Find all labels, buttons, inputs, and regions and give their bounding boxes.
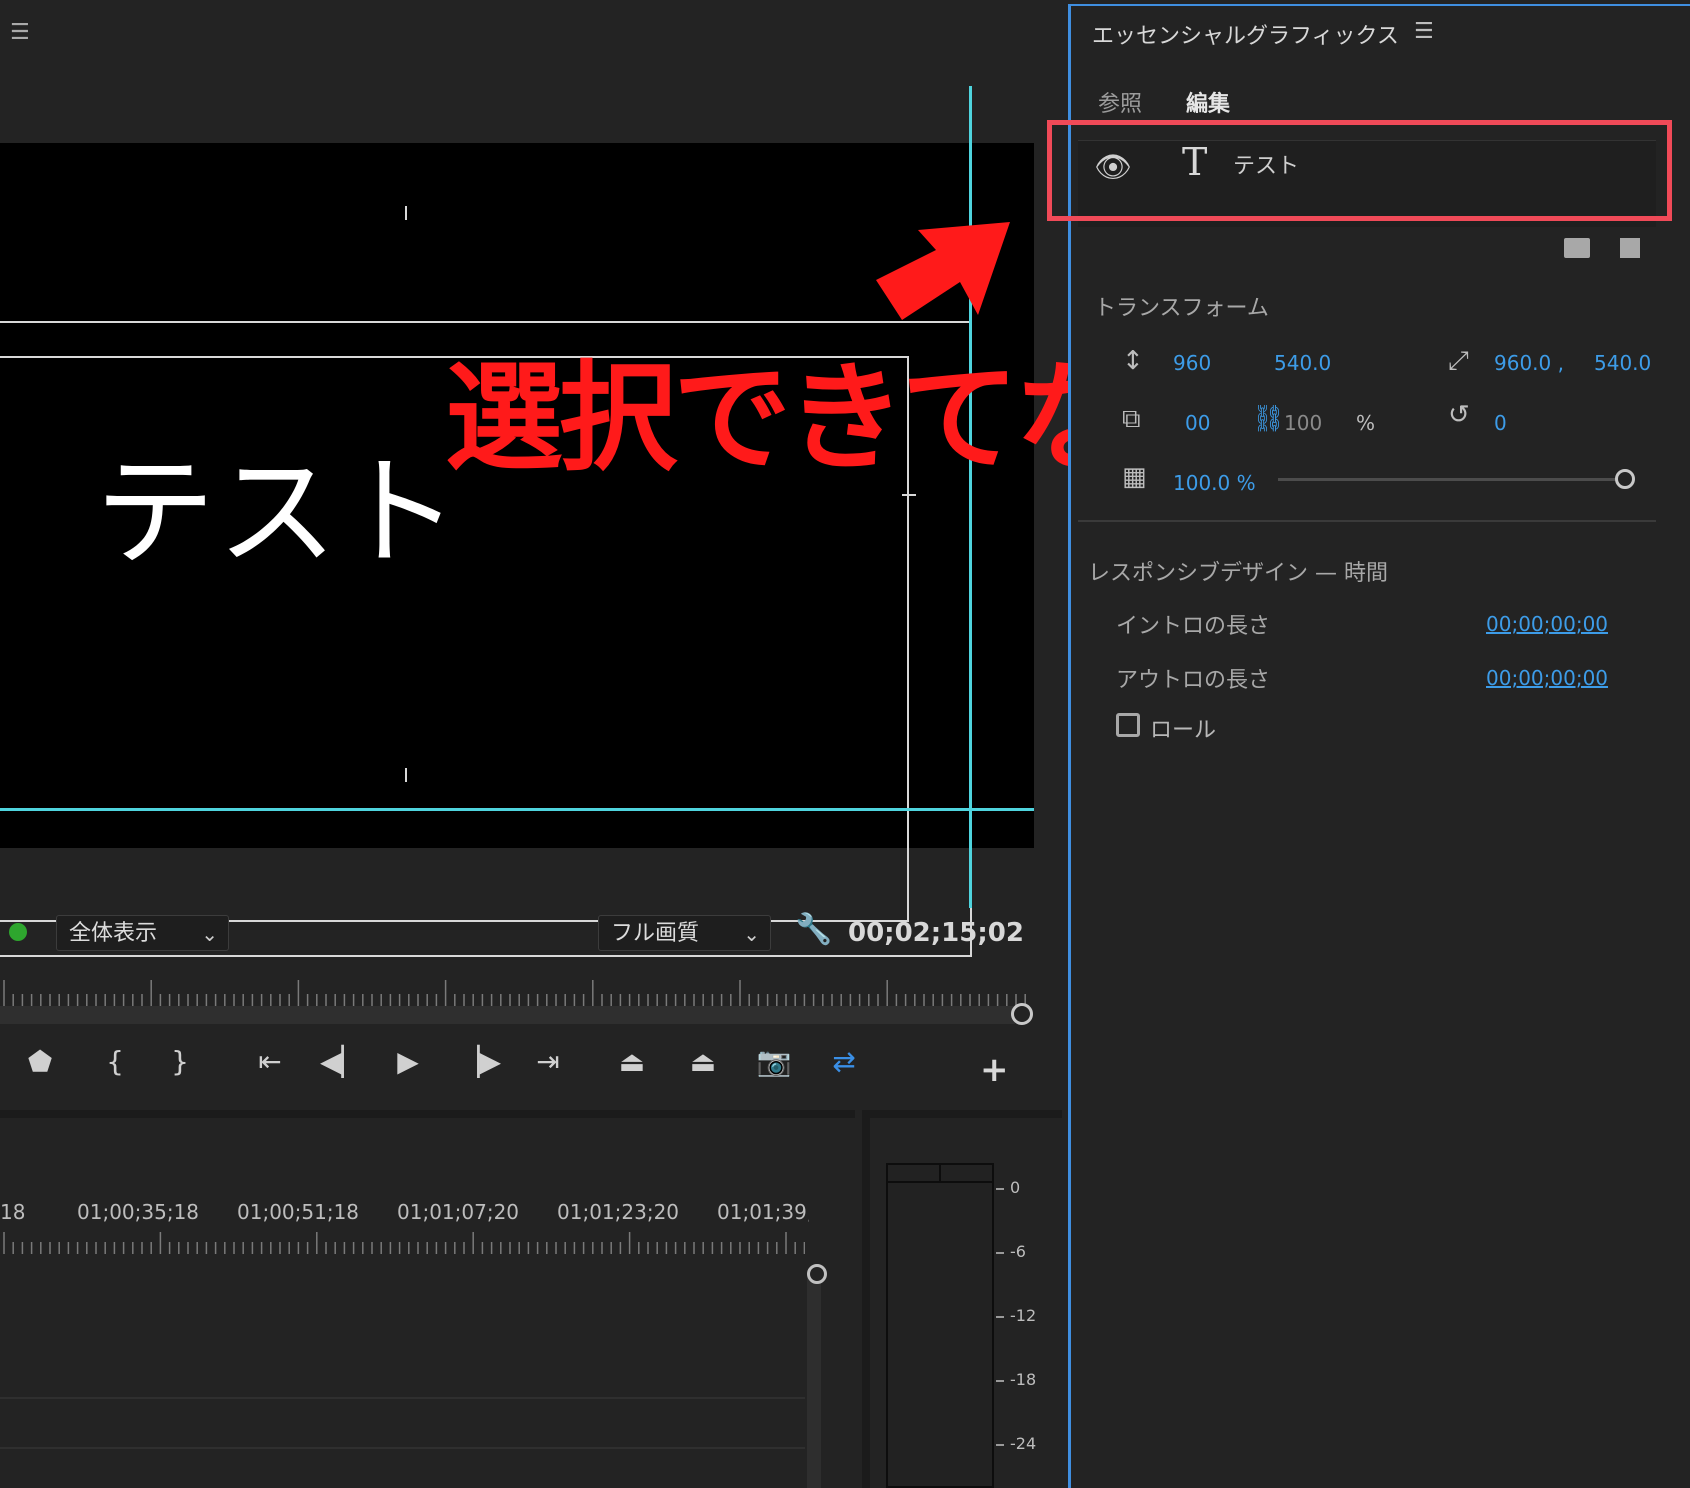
opacity-icon: ▦ [1122, 462, 1147, 492]
timeline-ruler[interactable] [0, 1230, 805, 1254]
handle-right[interactable] [902, 494, 916, 496]
panel-menu-icon[interactable]: ☰ [10, 20, 30, 45]
anchor-y-value[interactable]: 540.0 [1594, 351, 1651, 375]
db-tick [996, 1444, 1004, 1446]
zoom-select-value: 全体表示 [69, 921, 158, 946]
handle-top[interactable] [405, 206, 407, 220]
rotation-icon: ↺ [1448, 400, 1470, 430]
roll-label: ロール [1150, 718, 1217, 743]
timeline-time-label: 01;01;23;20 [557, 1200, 680, 1224]
timeline-time-label: 01;01;07;20 [397, 1200, 520, 1224]
track-divider [0, 1447, 805, 1449]
mark-out-icon[interactable]: } [160, 1045, 200, 1078]
panel-title: エッセンシャルグラフィックス [1092, 24, 1399, 49]
link-icon[interactable]: ⛓ [1252, 404, 1285, 434]
timeline-scrollbar[interactable] [807, 1270, 821, 1488]
comparison-view-icon[interactable]: ⇄ [824, 1045, 864, 1078]
rotation-value[interactable]: 0 [1494, 411, 1507, 435]
monitor-time-ruler[interactable] [0, 978, 1030, 1006]
db-tick [996, 1252, 1004, 1254]
scale-value[interactable]: 00 [1185, 411, 1210, 435]
responsive-design-label: レスポンシブデザイン — 時間 [1088, 561, 1388, 586]
scrub-end-handle[interactable] [1011, 1003, 1033, 1025]
timeline-time-label: 01;00;35;18 [77, 1200, 200, 1224]
timeline-time-label: 01;01;39;2 [717, 1200, 809, 1224]
transform-section-label: トランスフォーム [1094, 296, 1269, 321]
timeline-time-label: 18 [0, 1200, 26, 1224]
intro-duration-label: イントロの長さ [1116, 614, 1271, 639]
video-title-text[interactable]: テスト [95, 415, 461, 589]
chevron-down-icon: ⌄ [201, 922, 218, 946]
position-x-value[interactable]: 960 [1173, 351, 1211, 375]
position-icon: ↕ [1122, 346, 1144, 376]
intro-duration-value[interactable]: 00;00;00;00 [1486, 612, 1608, 636]
outro-duration-value[interactable]: 00;00;00;00 [1486, 666, 1608, 690]
step-forward-icon[interactable]: ▕▶ [458, 1045, 501, 1078]
position-y-value[interactable]: 540.0 [1274, 351, 1331, 375]
step-back-icon[interactable]: ◀︎▏ [320, 1045, 363, 1078]
scale-height-value: 100 [1284, 411, 1323, 435]
annotation-arrow [876, 222, 1010, 320]
panel-menu-icon[interactable]: ☰ [1414, 19, 1434, 44]
annotation-highlight-box [1047, 120, 1672, 221]
anchor-point-icon: ⤢ [1448, 346, 1469, 376]
wrench-icon[interactable]: 🔧 [795, 912, 832, 947]
roll-checkbox[interactable] [1116, 713, 1140, 737]
alignment-guide-horizontal [0, 808, 1034, 811]
db-label: -18 [1010, 1370, 1037, 1389]
lift-icon[interactable]: ⏏ [612, 1045, 652, 1078]
outro-duration-label: アウトロの長さ [1116, 668, 1271, 693]
chevron-down-icon: ⌄ [743, 922, 760, 946]
extract-icon[interactable]: ⏏ [683, 1045, 723, 1078]
camera-icon[interactable]: 📷 [754, 1045, 794, 1078]
scale-unit: % [1356, 411, 1376, 435]
opacity-value[interactable]: 100.0 % [1173, 471, 1256, 495]
timeline-time-label: 01;00;51;18 [237, 1200, 360, 1224]
go-to-out-icon[interactable]: ⇥ [528, 1045, 568, 1078]
play-icon[interactable]: ▶ [388, 1045, 428, 1078]
db-tick [996, 1380, 1004, 1382]
handle-bottom[interactable] [405, 768, 407, 782]
add-marker-icon[interactable]: ⬟ [20, 1045, 60, 1078]
tab-edit[interactable]: 編集 [1186, 86, 1230, 118]
playhead-timecode[interactable]: 00;02;15;02 [848, 918, 1024, 948]
audio-meter-channel-divider [939, 1163, 941, 1183]
opacity-slider-handle[interactable] [1615, 469, 1635, 489]
go-to-in-icon[interactable]: ⇤ [250, 1045, 290, 1078]
quality-select[interactable]: フル画質 ⌄ [598, 915, 771, 951]
db-tick [996, 1316, 1004, 1318]
new-layer-icon[interactable] [1620, 238, 1640, 258]
tab-browse[interactable]: 参照 [1098, 86, 1142, 118]
status-indicator [9, 923, 27, 941]
zoom-select[interactable]: 全体表示 ⌄ [56, 915, 229, 951]
opacity-slider[interactable] [1278, 478, 1618, 481]
section-divider [1078, 520, 1656, 522]
quality-select-value: フル画質 [611, 921, 700, 946]
db-label: -12 [1010, 1306, 1037, 1325]
scale-icon: ⧉ [1122, 404, 1141, 434]
mark-in-icon[interactable]: { [95, 1045, 135, 1078]
timeline-panel [0, 1110, 855, 1488]
audio-meter [886, 1163, 994, 1488]
anchor-x-value[interactable]: 960.0 , [1494, 351, 1564, 375]
db-label: -6 [1010, 1242, 1026, 1261]
db-tick [996, 1188, 1004, 1190]
timeline-zoom-handle[interactable] [807, 1264, 827, 1284]
add-button-icon[interactable]: + [980, 1050, 1009, 1090]
db-label: 0 [1010, 1178, 1021, 1197]
db-label: -24 [1010, 1434, 1037, 1453]
folder-icon[interactable] [1564, 238, 1590, 258]
track-divider [0, 1397, 805, 1399]
scrub-bar[interactable] [0, 1006, 1015, 1024]
